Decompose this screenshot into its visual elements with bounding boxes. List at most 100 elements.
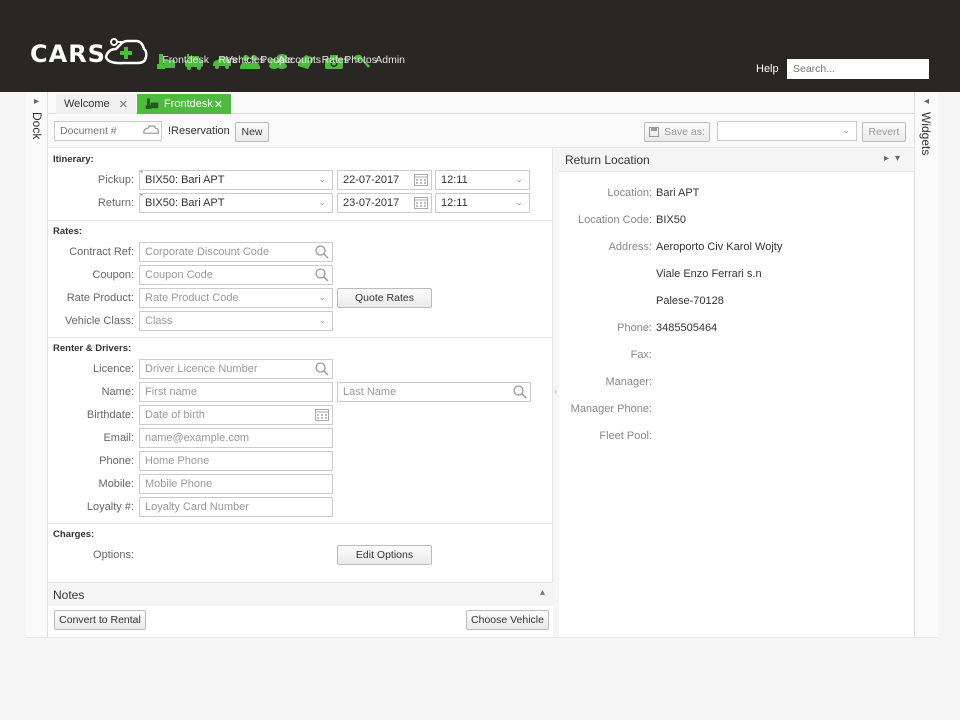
return-label: Return: — [97, 197, 134, 209]
pickup-time-select[interactable]: 12:11 ⌄ — [435, 170, 530, 190]
coupon-input[interactable]: Coupon Code — [139, 265, 333, 285]
calendar-icon[interactable] — [414, 174, 428, 186]
splitter-handle-icon[interactable]: › — [554, 386, 557, 396]
phone-label: Phone: — [99, 455, 134, 467]
save-as-select[interactable]: ⌄ — [717, 121, 857, 141]
required-star: * — [140, 193, 144, 201]
charges-title: Charges: — [53, 529, 95, 540]
return-date-input[interactable]: 23-07-2017 — [337, 193, 432, 213]
location-code-label: Location Code: — [578, 214, 652, 226]
manager-label: Manager: — [605, 376, 652, 388]
return-location-title: Return Location — [565, 153, 650, 167]
return-location-select[interactable]: * BIX50: Bari APT ⌄ — [139, 193, 333, 213]
tab-frontdesk-label: Frontdesk — [164, 98, 213, 110]
global-search-input[interactable] — [787, 59, 929, 79]
pickup-label: Pickup: — [97, 174, 134, 186]
tab-bar: Welcome ✕ Frontdesk ✕ — [48, 92, 914, 114]
chevron-down-icon: ⌄ — [842, 125, 850, 135]
return-location-panel: Return Location ▸▾ Location: Bari APT Lo… — [559, 148, 914, 637]
pickup-location-select[interactable]: * BIX50: Bari APT ⌄ — [139, 170, 333, 190]
mobile-phone-input[interactable]: Mobile Phone — [139, 474, 333, 494]
last-name-input[interactable]: Last Name — [337, 382, 531, 402]
licence-input[interactable]: Driver Licence Number — [139, 359, 333, 379]
calendar-icon[interactable] — [315, 409, 329, 421]
search-icon[interactable] — [315, 245, 329, 259]
chevron-right-icon[interactable]: ▸ — [884, 153, 895, 164]
widgets-panel[interactable]: ◂ Widgets — [914, 92, 938, 637]
phone-label: Phone: — [617, 322, 652, 334]
fax-label: Fax: — [630, 349, 652, 361]
search-icon[interactable] — [315, 268, 329, 282]
tab-welcome[interactable]: Welcome ✕ — [56, 94, 136, 114]
chevron-down-icon[interactable]: ▾ — [895, 153, 906, 164]
revert-button[interactable]: Revert — [862, 122, 906, 142]
first-name-input[interactable]: First name — [139, 382, 333, 402]
action-bar: Convert to Rental Choose Vehicle — [48, 606, 553, 637]
convert-to-rental-button[interactable]: Convert to Rental — [54, 610, 146, 630]
close-icon[interactable]: ✕ — [214, 98, 223, 111]
chevron-down-icon: ⌄ — [318, 292, 326, 302]
search-icon[interactable] — [315, 362, 329, 376]
panel-controls: ▸▾ — [884, 153, 906, 164]
tab-frontdesk[interactable]: Frontdesk ✕ — [137, 94, 231, 114]
calendar-icon[interactable] — [414, 197, 428, 209]
loyalty-card-input[interactable]: Loyalty Card Number — [139, 497, 333, 517]
pickup-date-input[interactable]: 22-07-2017 — [337, 170, 432, 190]
name-label: Name: — [101, 386, 134, 398]
birthdate-input[interactable]: Date of birth — [139, 405, 333, 425]
mobile-label: Mobile: — [98, 478, 134, 490]
rate-product-select[interactable]: Rate Product Code ⌄ — [139, 288, 333, 308]
help-link[interactable]: Help — [756, 63, 779, 75]
location-code-value: BIX50 — [656, 214, 686, 226]
options-label: Options: — [93, 549, 134, 561]
floppy-disk-icon — [649, 127, 660, 137]
divider — [48, 220, 553, 221]
reservation-toolbar: !Reservation New Save as: ⌄ Revert — [48, 114, 914, 148]
save-as-label: Save as: — [664, 126, 705, 138]
chevron-down-icon: ⌄ — [515, 197, 523, 207]
chevron-left-icon[interactable]: ◂ — [915, 96, 938, 107]
nav-admin[interactable]: Admin — [348, 54, 405, 73]
required-star: * — [140, 170, 144, 178]
search-icon[interactable] — [513, 385, 527, 399]
choose-vehicle-button[interactable]: Choose Vehicle — [466, 610, 549, 630]
dock-panel[interactable]: ▸ Dock — [26, 92, 48, 637]
chevron-down-icon: ⌄ — [515, 174, 523, 184]
top-bar: CARS Frontdesk Res Vehicles People Accou… — [0, 0, 960, 92]
car-icon[interactable] — [143, 125, 159, 135]
notes-title: Notes — [53, 588, 85, 602]
divider — [48, 523, 553, 524]
manager-phone-label: Manager Phone: — [570, 403, 652, 415]
email-input[interactable]: name@example.com — [139, 428, 333, 448]
tab-welcome-label: Welcome — [64, 98, 110, 110]
save-as-button[interactable]: Save as: — [644, 122, 710, 142]
return-location-header: Return Location ▸▾ — [559, 148, 914, 172]
divider — [48, 337, 553, 338]
logo-text: CARS — [30, 40, 106, 68]
dock-label: Dock — [30, 112, 44, 140]
coupon-label: Coupon: — [92, 269, 134, 281]
email-label: Email: — [103, 432, 134, 444]
home-phone-input[interactable]: Home Phone — [139, 451, 333, 471]
address-label: Address: — [608, 241, 652, 253]
frontdesk-icon — [145, 98, 159, 109]
rate-product-label: Rate Product: — [66, 292, 134, 304]
phone-value: 3485505464 — [656, 322, 718, 334]
chevron-up-icon[interactable]: ▴ — [540, 587, 545, 598]
quote-rates-button[interactable]: Quote Rates — [337, 288, 432, 308]
vehicle-class-select[interactable]: Class ⌄ — [139, 311, 333, 331]
address-line-2: Viale Enzo Ferrari s.n — [656, 268, 762, 280]
return-time-select[interactable]: 12:11 ⌄ — [435, 193, 530, 213]
edit-options-button[interactable]: Edit Options — [337, 545, 432, 565]
address-line-3: Palese-70128 — [656, 295, 724, 307]
new-button[interactable]: New — [235, 122, 269, 142]
close-icon[interactable]: ✕ — [119, 98, 128, 111]
footer-divider — [26, 637, 938, 638]
notes-header[interactable]: Notes ▴ — [48, 582, 553, 606]
location-value: Bari APT — [656, 187, 700, 199]
loyalty-label: Loyalty #: — [86, 501, 134, 513]
chevron-right-icon[interactable]: ▸ — [26, 96, 47, 107]
contract-ref-input[interactable]: Corporate Discount Code — [139, 242, 333, 262]
widgets-label: Widgets — [919, 112, 933, 156]
birthdate-label: Birthdate: — [86, 409, 134, 421]
